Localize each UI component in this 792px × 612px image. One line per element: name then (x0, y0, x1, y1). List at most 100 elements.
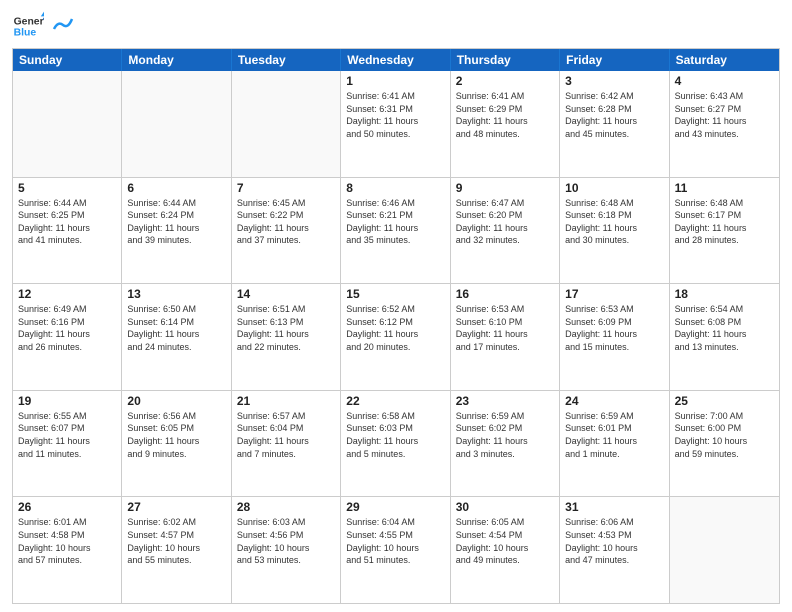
table-row: 22Sunrise: 6:58 AM Sunset: 6:03 PM Dayli… (341, 391, 450, 497)
day-number: 15 (346, 287, 444, 301)
table-row (13, 71, 122, 177)
day-info: Sunrise: 6:51 AM Sunset: 6:13 PM Dayligh… (237, 303, 335, 353)
table-row: 8 Sunrise: 6:46 AM Sunset: 6:21 PM Daylig… (341, 178, 450, 284)
day-number: 26 (18, 500, 116, 514)
day-number: 1 (346, 74, 444, 88)
day-number: 17 (565, 287, 663, 301)
day-number: 14 (237, 287, 335, 301)
table-row: 30Sunrise: 6:05 AM Sunset: 4:54 PM Dayli… (451, 497, 560, 603)
table-row: 31Sunrise: 6:06 AM Sunset: 4:53 PM Dayli… (560, 497, 669, 603)
header-cell-saturday: Saturday (670, 49, 779, 71)
table-row: 20 Sunrise: 6:56 AM Sunset: 6:05 PM Dayli… (122, 391, 231, 497)
table-row: 6 Sunrise: 6:44 AM Sunset: 6:24 PM Daylig… (122, 178, 231, 284)
day-info: Sunrise: 6:44 AM Sunset: 6:25 PM Dayligh… (18, 197, 116, 247)
table-row: 23 Sunrise: 6:59 AM Sunset: 6:02 PM Dayli… (451, 391, 560, 497)
table-row: 16 Sunrise: 6:53 AM Sunset: 6:10 PM Dayli… (451, 284, 560, 390)
day-info: Sunrise: 6:54 AM Sunset: 6:08 PM Dayligh… (675, 303, 774, 353)
table-row: 17 Sunrise: 6:53 AM Sunset: 6:09 PM Dayli… (560, 284, 669, 390)
svg-text:Blue: Blue (14, 28, 37, 39)
day-info: Sunrise: 6:44 AM Sunset: 6:24 PM Dayligh… (127, 197, 225, 247)
day-number: 5 (18, 181, 116, 195)
day-number: 25 (675, 394, 774, 408)
day-number: 23 (456, 394, 554, 408)
day-number: 24 (565, 394, 663, 408)
table-row: 15 Sunrise: 6:52 AM Sunset: 6:12 PM Dayli… (341, 284, 450, 390)
day-info: Sunrise: 6:59 AM Sunset: 6:01 PM Dayligh… (565, 410, 663, 460)
day-info: Sunrise: 6:04 AM Sunset: 4:55 PM Dayligh… (346, 516, 444, 566)
day-number: 20 (127, 394, 225, 408)
day-info: Sunrise: 6:48 AM Sunset: 6:18 PM Dayligh… (565, 197, 663, 247)
day-info: Sunrise: 6:01 AM Sunset: 4:58 PM Dayligh… (18, 516, 116, 566)
day-number: 4 (675, 74, 774, 88)
day-number: 6 (127, 181, 225, 195)
table-row: 10Sunrise: 6:48 AM Sunset: 6:18 PM Dayli… (560, 178, 669, 284)
day-info: Sunrise: 6:58 AM Sunset: 6:03 PM Dayligh… (346, 410, 444, 460)
table-row (122, 71, 231, 177)
table-row: 11 Sunrise: 6:48 AM Sunset: 6:17 PM Dayli… (670, 178, 779, 284)
header-cell-sunday: Sunday (13, 49, 122, 71)
day-info: Sunrise: 6:05 AM Sunset: 4:54 PM Dayligh… (456, 516, 554, 566)
table-row (670, 497, 779, 603)
svg-text:General: General (14, 16, 44, 27)
day-info: Sunrise: 6:47 AM Sunset: 6:20 PM Dayligh… (456, 197, 554, 247)
calendar-header: SundayMondayTuesdayWednesdayThursdayFrid… (13, 49, 779, 71)
day-info: Sunrise: 6:46 AM Sunset: 6:21 PM Dayligh… (346, 197, 444, 247)
day-number: 8 (346, 181, 444, 195)
day-info: Sunrise: 6:48 AM Sunset: 6:17 PM Dayligh… (675, 197, 774, 247)
table-row: 13 Sunrise: 6:50 AM Sunset: 6:14 PM Dayli… (122, 284, 231, 390)
day-number: 16 (456, 287, 554, 301)
week-row-2: 5 Sunrise: 6:44 AM Sunset: 6:25 PM Daylig… (13, 177, 779, 284)
day-info: Sunrise: 6:53 AM Sunset: 6:10 PM Dayligh… (456, 303, 554, 353)
table-row: 2Sunrise: 6:41 AM Sunset: 6:29 PM Daylig… (451, 71, 560, 177)
calendar-body: 1Sunrise: 6:41 AM Sunset: 6:31 PM Daylig… (13, 71, 779, 603)
logo: General Blue (12, 10, 74, 42)
table-row: 26 Sunrise: 6:01 AM Sunset: 4:58 PM Dayli… (13, 497, 122, 603)
table-row: 12 Sunrise: 6:49 AM Sunset: 6:16 PM Dayli… (13, 284, 122, 390)
header-cell-wednesday: Wednesday (341, 49, 450, 71)
day-number: 18 (675, 287, 774, 301)
day-number: 13 (127, 287, 225, 301)
day-number: 12 (18, 287, 116, 301)
table-row: 3 Sunrise: 6:42 AM Sunset: 6:28 PM Daylig… (560, 71, 669, 177)
day-number: 3 (565, 74, 663, 88)
week-row-5: 26 Sunrise: 6:01 AM Sunset: 4:58 PM Dayli… (13, 496, 779, 603)
table-row: 25Sunrise: 7:00 AM Sunset: 6:00 PM Dayli… (670, 391, 779, 497)
logo-icon: General Blue (12, 10, 44, 42)
day-info: Sunrise: 6:59 AM Sunset: 6:02 PM Dayligh… (456, 410, 554, 460)
day-number: 27 (127, 500, 225, 514)
table-row: 24 Sunrise: 6:59 AM Sunset: 6:01 PM Dayli… (560, 391, 669, 497)
logo-wave-icon (52, 11, 74, 33)
week-row-4: 19Sunrise: 6:55 AM Sunset: 6:07 PM Dayli… (13, 390, 779, 497)
day-info: Sunrise: 6:42 AM Sunset: 6:28 PM Dayligh… (565, 90, 663, 140)
day-info: Sunrise: 6:52 AM Sunset: 6:12 PM Dayligh… (346, 303, 444, 353)
day-number: 11 (675, 181, 774, 195)
table-row: 4 Sunrise: 6:43 AM Sunset: 6:27 PM Daylig… (670, 71, 779, 177)
week-row-1: 1Sunrise: 6:41 AM Sunset: 6:31 PM Daylig… (13, 71, 779, 177)
table-row: 27 Sunrise: 6:02 AM Sunset: 4:57 PM Dayli… (122, 497, 231, 603)
day-info: Sunrise: 6:43 AM Sunset: 6:27 PM Dayligh… (675, 90, 774, 140)
day-number: 28 (237, 500, 335, 514)
table-row (232, 71, 341, 177)
header-cell-thursday: Thursday (451, 49, 560, 71)
header-cell-friday: Friday (560, 49, 669, 71)
day-number: 21 (237, 394, 335, 408)
day-info: Sunrise: 6:49 AM Sunset: 6:16 PM Dayligh… (18, 303, 116, 353)
day-info: Sunrise: 6:45 AM Sunset: 6:22 PM Dayligh… (237, 197, 335, 247)
calendar: SundayMondayTuesdayWednesdayThursdayFrid… (12, 48, 780, 604)
day-number: 31 (565, 500, 663, 514)
header-cell-monday: Monday (122, 49, 231, 71)
day-number: 9 (456, 181, 554, 195)
table-row: 21 Sunrise: 6:57 AM Sunset: 6:04 PM Dayli… (232, 391, 341, 497)
day-info: Sunrise: 6:57 AM Sunset: 6:04 PM Dayligh… (237, 410, 335, 460)
table-row: 18 Sunrise: 6:54 AM Sunset: 6:08 PM Dayli… (670, 284, 779, 390)
day-number: 2 (456, 74, 554, 88)
table-row: 19Sunrise: 6:55 AM Sunset: 6:07 PM Dayli… (13, 391, 122, 497)
day-info: Sunrise: 6:56 AM Sunset: 6:05 PM Dayligh… (127, 410, 225, 460)
day-info: Sunrise: 6:02 AM Sunset: 4:57 PM Dayligh… (127, 516, 225, 566)
table-row: 7 Sunrise: 6:45 AM Sunset: 6:22 PM Daylig… (232, 178, 341, 284)
table-row: 29Sunrise: 6:04 AM Sunset: 4:55 PM Dayli… (341, 497, 450, 603)
table-row: 5 Sunrise: 6:44 AM Sunset: 6:25 PM Daylig… (13, 178, 122, 284)
day-number: 7 (237, 181, 335, 195)
day-info: Sunrise: 6:53 AM Sunset: 6:09 PM Dayligh… (565, 303, 663, 353)
day-info: Sunrise: 6:50 AM Sunset: 6:14 PM Dayligh… (127, 303, 225, 353)
